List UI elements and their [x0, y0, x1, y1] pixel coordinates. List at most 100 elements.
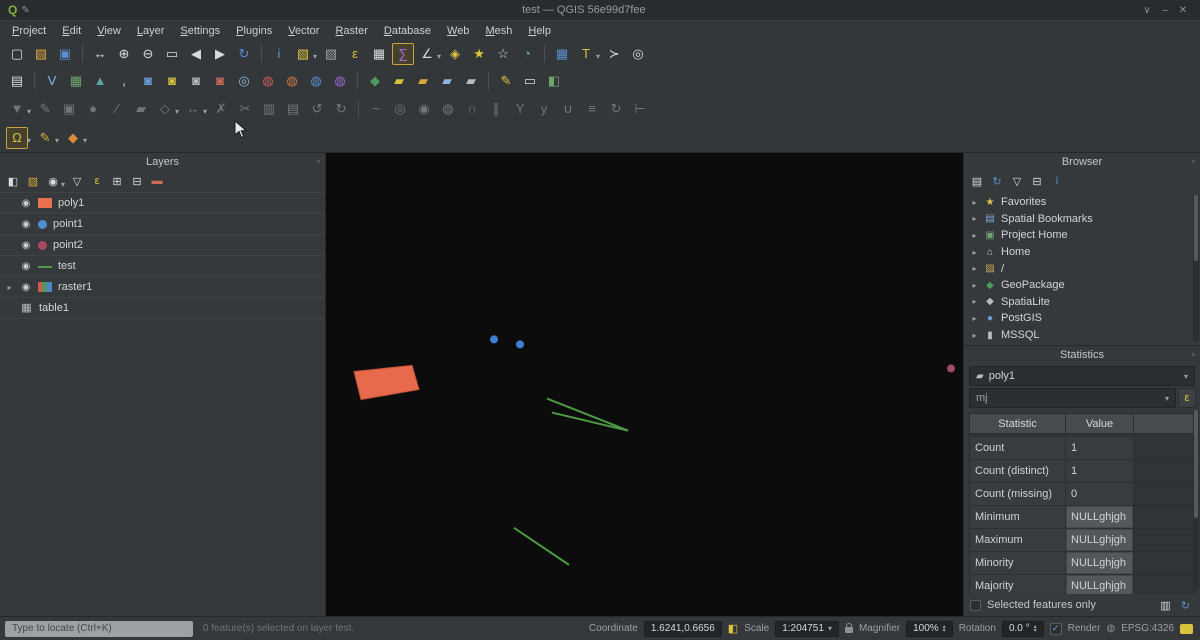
- expression-builder-button[interactable]: ε: [1178, 388, 1196, 408]
- digitize-with-segment-icon[interactable]: ✎: [34, 127, 56, 149]
- browser-item-mssql[interactable]: ▸ ▮ MSSQL: [970, 327, 1200, 344]
- crs-value[interactable]: EPSG:4326: [1121, 623, 1174, 634]
- select-features-dropdown-icon[interactable]: ▾: [313, 52, 317, 61]
- locator-input[interactable]: [5, 621, 193, 637]
- close-icon[interactable]: ✕: [1174, 5, 1192, 16]
- map-tips-icon[interactable]: ◈: [444, 43, 466, 65]
- magnifier-spinbox[interactable]: 100%▴▾: [906, 621, 953, 637]
- add-mesh-layer-icon[interactable]: ▲: [89, 70, 111, 92]
- python-console-icon[interactable]: ≻: [603, 43, 625, 65]
- add-wfs-layer-icon[interactable]: ◍: [305, 70, 327, 92]
- georeferencer-icon[interactable]: ◧: [543, 70, 565, 92]
- collapse-all-browser-icon[interactable]: ⊟: [1028, 172, 1046, 190]
- refresh-statistics-icon[interactable]: ↻: [1177, 597, 1194, 614]
- menu-plugins[interactable]: Plugins: [228, 23, 280, 39]
- zoom-out-icon[interactable]: ⊖: [137, 43, 159, 65]
- pan-map-icon[interactable]: ↔: [89, 43, 111, 65]
- add-spatialite-layer-icon[interactable]: ◙: [161, 70, 183, 92]
- filter-legend-icon[interactable]: ▽: [68, 172, 86, 190]
- select-by-expression-icon[interactable]: ε: [344, 43, 366, 65]
- style-manager-icon[interactable]: ✎: [495, 70, 517, 92]
- manage-map-themes-icon[interactable]: ◉: [44, 172, 62, 190]
- render-checkbox[interactable]: ✓: [1050, 623, 1062, 635]
- expand-arrow-icon[interactable]: ▸: [970, 214, 979, 223]
- browser-item-spatialite[interactable]: ▸ ◆ SpatiaLite: [970, 294, 1200, 311]
- identify-features-icon[interactable]: i: [268, 43, 290, 65]
- show-layout-manager-icon[interactable]: ▭: [519, 70, 541, 92]
- browser-item-spatial-bookmarks[interactable]: ▸ ▤ Spatial Bookmarks: [970, 211, 1200, 228]
- rotation-spinbox[interactable]: 0.0 °▴▾: [1002, 621, 1044, 637]
- measure-icon[interactable]: ∠: [416, 43, 438, 65]
- browser-item-geopackage[interactable]: ▸ ◆ GeoPackage: [970, 277, 1200, 294]
- menu-raster[interactable]: Raster: [327, 23, 375, 39]
- add-group-icon[interactable]: ▨: [24, 172, 42, 190]
- coordinate-box[interactable]: 1.6241,0.6656: [644, 621, 722, 637]
- new-spatialite-layer-icon[interactable]: ▰: [412, 70, 434, 92]
- menu-view[interactable]: View: [89, 23, 129, 39]
- expand-arrow-icon[interactable]: ▸: [970, 314, 979, 323]
- data-source-manager-icon[interactable]: ▤: [6, 70, 28, 92]
- new-geopackage-layer-icon[interactable]: ◆: [364, 70, 386, 92]
- options-icon[interactable]: ◎: [627, 43, 649, 65]
- refresh-map-icon[interactable]: ↻: [233, 43, 255, 65]
- expand-arrow-icon[interactable]: ▸: [5, 283, 14, 292]
- add-raster-layer-icon[interactable]: ▦: [65, 70, 87, 92]
- expand-arrow-icon[interactable]: ▸: [970, 198, 979, 207]
- zoom-in-icon[interactable]: ⊕: [113, 43, 135, 65]
- browser-panel-dock-icon[interactable]: ▫: [1192, 156, 1195, 166]
- menu-settings[interactable]: Settings: [172, 23, 228, 39]
- layer-item-poly1[interactable]: ◉ poly1: [0, 193, 325, 214]
- selected-features-checkbox[interactable]: [970, 600, 981, 611]
- open-layer-styling-icon[interactable]: ◧: [4, 172, 22, 190]
- statistics-scrollbar-thumb[interactable]: [1194, 410, 1198, 518]
- add-postgis-layer-icon[interactable]: ◙: [137, 70, 159, 92]
- add-wms-layer-icon[interactable]: ◍: [257, 70, 279, 92]
- spin-down-icon[interactable]: ▾: [1034, 629, 1037, 633]
- menu-mesh[interactable]: Mesh: [477, 23, 520, 39]
- expand-arrow-icon[interactable]: ▸: [970, 281, 979, 290]
- spin-down-icon[interactable]: ▾: [943, 629, 946, 633]
- zoom-next-icon[interactable]: ▶: [209, 43, 231, 65]
- layer-item-raster1[interactable]: ▸ ◉ raster1: [0, 277, 325, 298]
- temporal-controller-icon[interactable]: ◔: [516, 43, 538, 65]
- zoom-full-icon[interactable]: ▭: [161, 43, 183, 65]
- add-oracle-layer-icon[interactable]: ◙: [209, 70, 231, 92]
- new-shapefile-layer-icon[interactable]: ▰: [388, 70, 410, 92]
- text-annotation-dropdown-icon[interactable]: ▾: [596, 52, 600, 61]
- minimize-icon[interactable]: –: [1156, 5, 1174, 16]
- open-project-icon[interactable]: ▨: [30, 43, 52, 65]
- advanced-digitizing-tools-icon[interactable]: ◆: [62, 127, 84, 149]
- text-annotation-icon[interactable]: T: [575, 43, 597, 65]
- shade-icon[interactable]: ∨: [1138, 5, 1156, 16]
- visibility-eye-icon[interactable]: ◉: [20, 261, 32, 272]
- tracking-extents-icon[interactable]: ◧: [728, 622, 738, 635]
- visibility-eye-icon[interactable]: ◉: [20, 198, 32, 209]
- add-arcgis-rest-layer-icon[interactable]: ◍: [329, 70, 351, 92]
- browser-scrollbar-thumb[interactable]: [1194, 195, 1198, 261]
- statistics-panel-dock-icon[interactable]: ▫: [1192, 349, 1195, 359]
- deselect-features-icon[interactable]: ▧: [320, 43, 342, 65]
- expand-arrow-icon[interactable]: ▸: [970, 248, 979, 257]
- menu-database[interactable]: Database: [376, 23, 439, 39]
- layer-item-table1[interactable]: ▦ table1: [0, 298, 325, 319]
- add-virtual-layer-icon[interactable]: ◎: [233, 70, 255, 92]
- visibility-eye-icon[interactable]: ◉: [20, 240, 32, 251]
- new-project-icon[interactable]: ▢: [6, 43, 28, 65]
- layers-panel-dock-icon[interactable]: ▫: [317, 156, 320, 166]
- filter-browser-icon[interactable]: ▽: [1008, 172, 1026, 190]
- browser-item-home[interactable]: ▸ ⌂ Home: [970, 244, 1200, 261]
- copy-statistics-icon[interactable]: ▥: [1157, 597, 1174, 614]
- statistics-scrollbar[interactable]: [1193, 410, 1199, 590]
- advanced-digitizing-tools-dropdown-icon[interactable]: ▾: [83, 136, 87, 145]
- show-spatial-bookmarks-icon[interactable]: ☆: [492, 43, 514, 65]
- new-map-view-icon[interactable]: ▦: [551, 43, 573, 65]
- expand-arrow-icon[interactable]: ▸: [970, 231, 979, 240]
- open-attribute-table-icon[interactable]: ▦: [368, 43, 390, 65]
- zoom-last-icon[interactable]: ◀: [185, 43, 207, 65]
- messages-icon[interactable]: [1180, 624, 1193, 634]
- menu-edit[interactable]: Edit: [54, 23, 89, 39]
- statistics-field-combo[interactable]: mj ▾ ε: [969, 388, 1176, 408]
- add-mssql-layer-icon[interactable]: ◙: [185, 70, 207, 92]
- layer-item-point1[interactable]: ◉ point1: [0, 214, 325, 235]
- scale-lock-icon[interactable]: [845, 627, 853, 633]
